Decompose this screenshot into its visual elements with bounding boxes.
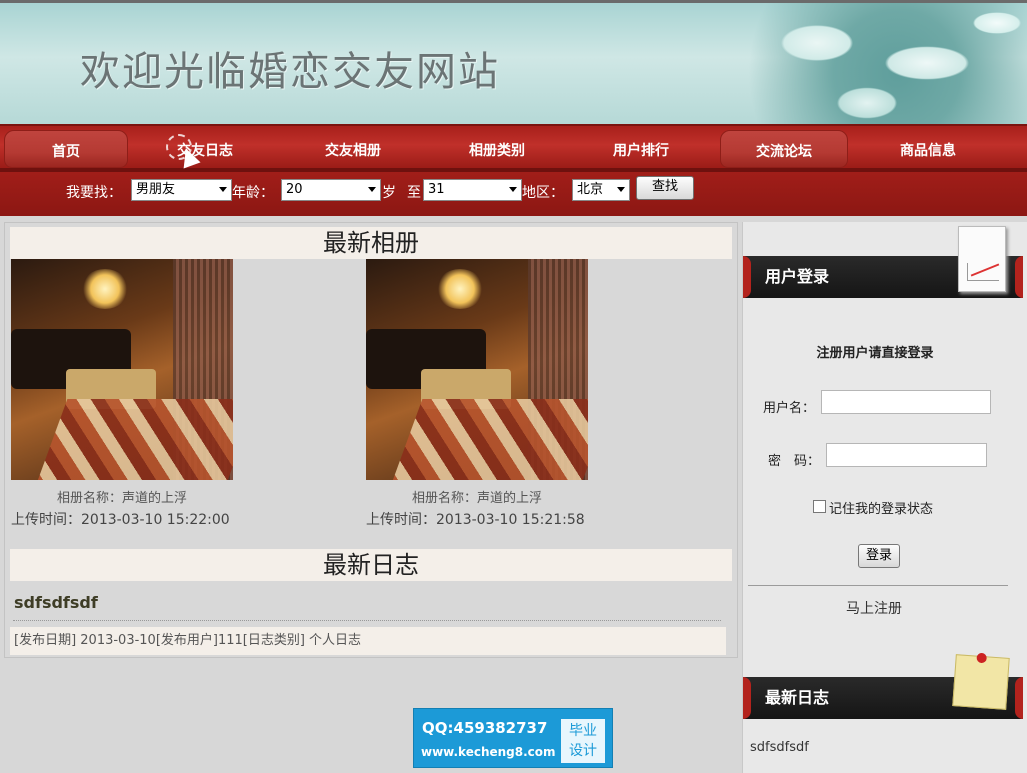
age-to-value: 31 (428, 182, 445, 197)
main-nav: 首页 交友日志 交友相册 相册类别 用户排行 交流论坛 商品信息 (0, 124, 1027, 168)
site-url: www.kecheng8.com (421, 745, 556, 759)
document-chart-icon (958, 226, 1006, 292)
albums-heading: 最新相册 (10, 227, 732, 259)
password-label: 密 码： (768, 454, 821, 469)
nav-products[interactable]: 商品信息 (864, 130, 992, 168)
divider (13, 620, 721, 621)
nav-friend-blog[interactable]: 交友日志 (140, 130, 270, 168)
site-banner: 欢迎光临婚恋交友网站 (0, 0, 1027, 124)
banner-flower-decoration (697, 3, 1027, 124)
password-input[interactable] (826, 443, 987, 467)
age-from-value: 20 (286, 182, 303, 197)
chevron-down-icon (219, 187, 227, 192)
find-button[interactable]: 查找 (636, 176, 694, 200)
blogs-heading: 最新日志 (10, 549, 732, 581)
sticky-note-icon (952, 652, 1010, 710)
album-upload-time: 上传时间：2013-03-10 15:21:58 (366, 512, 585, 528)
username-label: 用户名： (763, 401, 816, 416)
qq-number: QQ:459382737 (422, 719, 548, 737)
login-button[interactable]: 登录 (858, 544, 900, 568)
nav-home[interactable]: 首页 (4, 130, 128, 168)
graduation-design-tag: 毕业 设计 (561, 719, 605, 763)
remember-checkbox[interactable] (813, 500, 826, 513)
region-select[interactable]: 北京 (572, 179, 630, 201)
gender-select[interactable]: 男朋友 (131, 179, 232, 201)
register-link[interactable]: 马上注册 (846, 598, 902, 618)
blog-meta: [发布日期] 2013-03-10[发布用户]111[日志类别] 个人日志 (10, 627, 726, 655)
chevron-down-icon (368, 187, 376, 192)
album-name: 相册名称：声道的上浮 (411, 491, 542, 506)
chevron-down-icon (617, 187, 625, 192)
age-to-select[interactable]: 31 (423, 179, 522, 201)
region-select-value: 北京 (577, 182, 604, 197)
sidebar-blog-link[interactable]: sdfsdfsdf (750, 740, 809, 755)
username-input[interactable] (821, 390, 991, 414)
album-photo[interactable] (11, 259, 233, 480)
age-unit-label: 岁 (382, 185, 396, 201)
region-label: 地区： (522, 185, 564, 201)
remember-label: 记住我的登录状态 (829, 502, 934, 517)
age-label: 年龄： (232, 185, 274, 201)
to-label: 至 (407, 185, 421, 201)
nav-forum[interactable]: 交流论坛 (720, 130, 848, 168)
main-content: 最新相册 相册名称：声道的上浮 上传时间：2013-03-10 15:22:00… (4, 222, 738, 658)
album-upload-time: 上传时间：2013-03-10 15:22:00 (11, 512, 230, 528)
divider (748, 585, 1008, 586)
blog-title-link[interactable]: sdfsdfsdf (14, 593, 98, 612)
search-bar: 我要找： 男朋友 年龄： 20 岁 至 31 地区： 北京 查找 (0, 168, 1027, 216)
gender-select-value: 男朋友 (136, 182, 176, 197)
album-photo[interactable] (366, 259, 588, 480)
age-from-select[interactable]: 20 (281, 179, 381, 201)
qq-contact-badge[interactable]: QQ:459382737 www.kecheng8.com 毕业 设计 (413, 708, 613, 768)
page: 欢迎光临婚恋交友网站 首页 交友日志 交友相册 相册类别 用户排行 交流论坛 商… (0, 0, 1027, 773)
nav-friend-album[interactable]: 交友相册 (288, 130, 418, 168)
banner-title: 欢迎光临婚恋交友网站 (80, 49, 500, 95)
login-tip: 注册用户请直接登录 (816, 346, 934, 361)
album-name: 相册名称：声道的上浮 (56, 491, 187, 506)
nav-user-ranking[interactable]: 用户排行 (576, 130, 706, 168)
chevron-down-icon (509, 187, 517, 192)
find-label: 我要找： (66, 185, 122, 201)
nav-album-category[interactable]: 相册类别 (432, 130, 562, 168)
